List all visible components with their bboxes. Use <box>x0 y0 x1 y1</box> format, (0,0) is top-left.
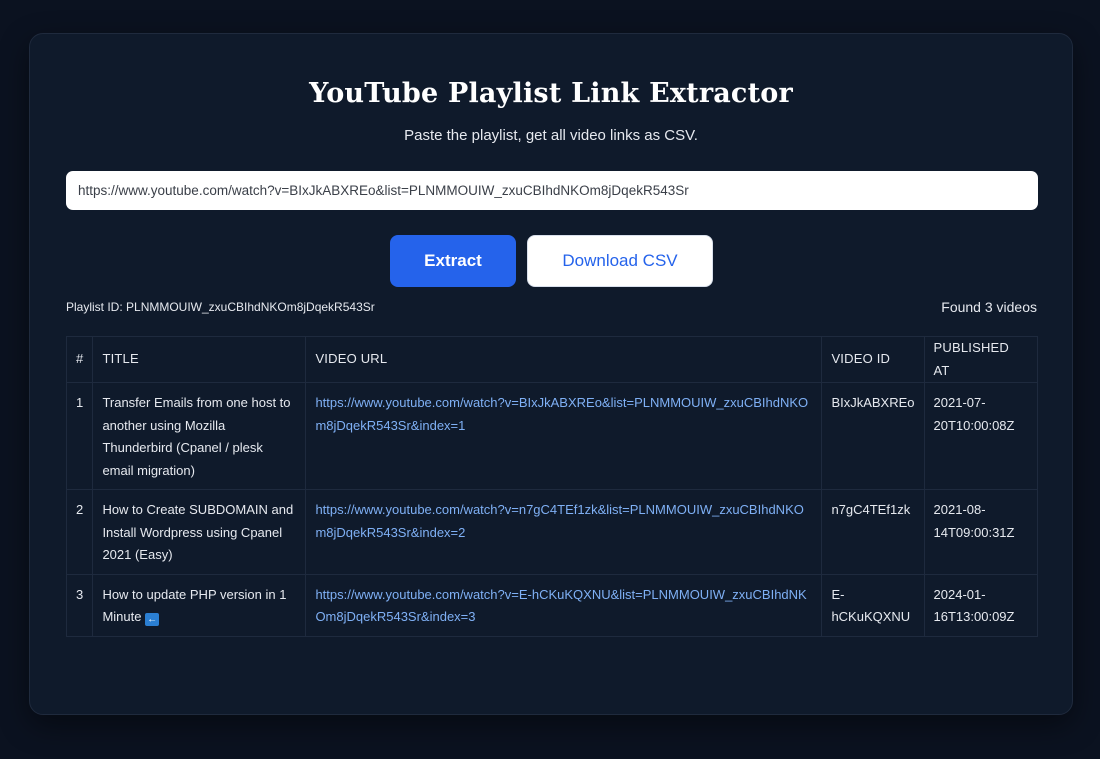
table-row: 3 How to update PHP version in 1 Minute … <box>65 573 1039 637</box>
table-header-row: # TITLE VIDEO URL VIDEO ID PUBLISHED AT <box>65 336 1039 383</box>
row-video-url-link[interactable]: https://www.youtube.com/watch?v=BIxJkABX… <box>305 382 823 490</box>
results-table: # TITLE VIDEO URL VIDEO ID PUBLISHED AT … <box>65 336 1039 637</box>
table-row: 2 How to Create SUBDOMAIN and Install Wo… <box>65 489 1039 575</box>
left-arrow-emoji-icon: ← <box>145 613 160 626</box>
header-video-url: VIDEO URL <box>305 336 823 383</box>
row-title: How to Create SUBDOMAIN and Install Word… <box>92 489 307 575</box>
header-title: TITLE <box>92 336 307 383</box>
download-csv-button[interactable]: Download CSV <box>527 235 713 287</box>
row-number: 1 <box>65 382 94 490</box>
row-number: 3 <box>65 573 94 637</box>
playlist-url-input[interactable] <box>66 171 1038 210</box>
header-video-id: VIDEO ID <box>821 336 925 383</box>
header-number: # <box>65 336 94 383</box>
found-count-label: Found 3 videos <box>941 299 1037 315</box>
row-title: Transfer Emails from one host to another… <box>92 382 307 490</box>
table-row: 1 Transfer Emails from one host to anoth… <box>65 382 1039 490</box>
row-video-id: E-hCKuKQXNU <box>821 573 925 637</box>
page-subtitle: Paste the playlist, get all video links … <box>404 127 698 144</box>
row-title: How to update PHP version in 1 Minute <box>102 586 287 625</box>
row-published-at: 2021-08-14T09:00:31Z <box>923 489 1039 575</box>
header-published-at: PUBLISHED AT <box>923 336 1039 383</box>
row-published-at: 2021-07-20T10:00:08Z <box>923 382 1039 490</box>
row-video-id: n7gC4TEf1zk <box>821 489 925 575</box>
row-published-at: 2024-01-16T13:00:09Z <box>923 573 1039 637</box>
page-title: YouTube Playlist Link Extractor <box>309 78 793 109</box>
extractor-card: YouTube Playlist Link Extractor Paste th… <box>29 33 1073 715</box>
row-title-cell: How to update PHP version in 1 Minute ← <box>92 573 307 637</box>
row-video-url-link[interactable]: https://www.youtube.com/watch?v=n7gC4TEf… <box>305 489 823 575</box>
extract-button[interactable]: Extract <box>390 235 516 287</box>
playlist-id-label: Playlist ID: PLNMMOUIW_zxuCBIhdNKOm8jDqe… <box>66 300 375 314</box>
row-video-id: BIxJkABXREo <box>821 382 925 490</box>
row-number: 2 <box>65 489 94 575</box>
row-video-url-link[interactable]: https://www.youtube.com/watch?v=E-hCKuKQ… <box>305 573 823 637</box>
